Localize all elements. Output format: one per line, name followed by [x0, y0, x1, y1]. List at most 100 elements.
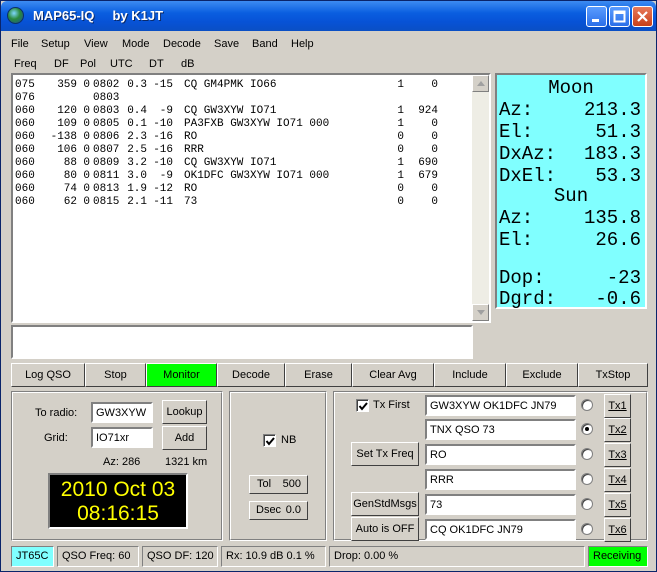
tx3-button[interactable]: Tx3: [604, 443, 631, 467]
txstop-button[interactable]: TxStop: [578, 363, 648, 387]
grid-input[interactable]: IO71xr: [91, 427, 153, 448]
decode-row[interactable]: 060 106 0 0807 2.5 -16 RRR 0 0: [15, 144, 475, 157]
maximize-button[interactable]: [609, 6, 630, 27]
decode-row[interactable]: 060 120 0 0803 0.4 -9 CQ GW3XYW IO71 1 924: [15, 105, 475, 118]
decode-row[interactable]: 060 88 0 0809 3.2 -10 CQ GW3XYW IO71 1 690: [15, 157, 475, 170]
decode-row[interactable]: 076 0803: [15, 92, 475, 105]
tol-control[interactable]: Tol 500: [249, 475, 308, 494]
tx2-button[interactable]: Tx2: [604, 418, 631, 442]
moon-el-label: El:: [499, 121, 534, 143]
decode-msg: CQ GM4PMK IO66: [184, 79, 277, 91]
include-button[interactable]: Include: [434, 363, 506, 387]
decode-button[interactable]: Decode: [217, 363, 285, 387]
menu-bar: File Setup View Mode Decode Save Band He…: [1, 35, 656, 53]
tx1-button[interactable]: Tx1: [604, 394, 631, 418]
tx-radio-5[interactable]: [581, 498, 593, 510]
tx-message-field-4[interactable]: RRR: [425, 469, 576, 490]
clear-avg-button[interactable]: Clear Avg: [352, 363, 434, 387]
dsec-control[interactable]: Dsec 0.0: [249, 501, 308, 520]
tx-message-field-3[interactable]: RO: [425, 444, 576, 465]
add-button[interactable]: Add: [162, 426, 207, 450]
tx6-button[interactable]: Tx6: [604, 518, 631, 542]
col-dt: DT: [149, 58, 164, 70]
decode-extra: 0: [431, 196, 438, 208]
clock-time: 08:16:15: [77, 502, 159, 525]
decode-db: -16: [153, 131, 173, 143]
menu-save[interactable]: Save: [214, 38, 239, 50]
stop-button[interactable]: Stop: [85, 363, 146, 387]
dxaz-value: 183.3: [583, 143, 641, 165]
decode-list[interactable]: 075 359 0 0802 0.3 -15 CQ GM4PMK IO66 1 0 076 0803…: [11, 73, 491, 323]
tx-message-field-5[interactable]: 73: [425, 494, 576, 515]
tx-radio-2[interactable]: [581, 423, 593, 435]
dsec-label: Dsec: [256, 504, 282, 516]
tx-radio-6[interactable]: [581, 523, 593, 535]
distance-readout: 1321 km: [165, 456, 208, 468]
menu-file[interactable]: File: [11, 38, 29, 50]
set-tx-freq-button[interactable]: Set Tx Freq: [351, 442, 419, 466]
decode-pol: 0: [83, 105, 90, 117]
menu-view[interactable]: View: [84, 38, 108, 50]
menu-band[interactable]: Band: [252, 38, 278, 50]
erase-button[interactable]: Erase: [285, 363, 352, 387]
genstdmsgs-button[interactable]: GenStdMsgs: [351, 492, 419, 516]
globe-icon: [7, 7, 24, 24]
title-bar[interactable]: MAP65-IQ by K1JT: [1, 1, 656, 31]
radio-selected-dot: [585, 427, 589, 431]
minimize-button[interactable]: [586, 6, 607, 27]
decode-scrollbar[interactable]: [472, 75, 489, 321]
decode-row[interactable]: 060 62 0 0815 2.1 -11 73 0 0: [15, 196, 475, 209]
checkmark-icon: [265, 437, 275, 446]
tx-message-field-2[interactable]: TNX QSO 73: [425, 419, 576, 440]
tx4-button[interactable]: Tx4: [604, 468, 631, 492]
menu-help[interactable]: Help: [291, 38, 314, 50]
col-db: dB: [181, 58, 195, 70]
decode-extra: 924: [418, 105, 438, 117]
auto-button[interactable]: Auto is OFF: [351, 517, 419, 541]
lookup-button[interactable]: Lookup: [162, 400, 207, 424]
main-window: MAP65-IQ by K1JT File Setup View Mode De…: [0, 0, 657, 572]
dop-label: Dop:: [499, 267, 545, 289]
decode-freq: 060: [15, 157, 35, 169]
to-radio-label: To radio:: [35, 407, 78, 419]
tx-radio-1[interactable]: [581, 399, 593, 411]
tx-radio-3[interactable]: [581, 448, 593, 460]
log-qso-button[interactable]: Log QSO: [11, 363, 85, 387]
decode-row[interactable]: 060 109 0 0805 0.1 -10 PA3FXB GW3XYW IO71 000 1…: [15, 118, 475, 131]
tx-message-field-6[interactable]: CQ OK1DFC JN79: [425, 519, 576, 540]
sun-az-label: Az:: [499, 207, 534, 229]
monitor-button[interactable]: Monitor: [146, 363, 217, 387]
scroll-up-button[interactable]: [472, 75, 489, 92]
menu-mode[interactable]: Mode: [122, 38, 150, 50]
nb-checkbox[interactable]: [263, 434, 276, 447]
scroll-down-button[interactable]: [472, 304, 489, 321]
astro-panel: Moon Az: 213.3 El: 51.3 DxAz: 183.3 DxEl…: [495, 73, 647, 310]
col-utc: UTC: [110, 58, 133, 70]
decode-pol: 0: [83, 183, 90, 195]
tx-message-field-1[interactable]: GW3XYW OK1DFC JN79: [425, 395, 576, 416]
decode-row[interactable]: 060 -138 0 0806 2.3 -16 RO 0 0: [15, 131, 475, 144]
decode-pol: 0: [83, 118, 90, 130]
to-radio-input[interactable]: GW3XYW: [91, 402, 153, 423]
decode-freq: 060: [15, 144, 35, 156]
decode-row[interactable]: 060 74 0 0813 1.9 -12 RO 0 0: [15, 183, 475, 196]
moon-az-label: Az:: [499, 99, 534, 121]
message-entry-box[interactable]: [11, 325, 473, 359]
decode-row[interactable]: 075 359 0 0802 0.3 -15 CQ GM4PMK IO66 1 0: [15, 79, 475, 92]
exclude-button[interactable]: Exclude: [506, 363, 578, 387]
menu-decode[interactable]: Decode: [163, 38, 201, 50]
decode-msg: PA3FXB GW3XYW IO71 000: [184, 118, 330, 130]
col-pol: Pol: [80, 58, 96, 70]
decode-freq: 075: [15, 79, 35, 91]
tx-first-checkbox[interactable]: [356, 399, 369, 412]
decode-db: -15: [153, 79, 173, 91]
rx-status: Rx: 10.9 dB 0.1 %: [221, 546, 326, 567]
tx-radio-4[interactable]: [581, 473, 593, 485]
decode-extra: 0: [431, 131, 438, 143]
menu-setup[interactable]: Setup: [41, 38, 70, 50]
sun-heading: Sun: [553, 185, 589, 207]
decode-row[interactable]: 060 80 0 0811 3.0 -9 OK1DFC GW3XYW IO71 000 1 67…: [15, 170, 475, 183]
close-button[interactable]: [632, 6, 653, 27]
tx5-button[interactable]: Tx5: [604, 493, 631, 517]
dsec-value: 0.0: [285, 504, 301, 516]
